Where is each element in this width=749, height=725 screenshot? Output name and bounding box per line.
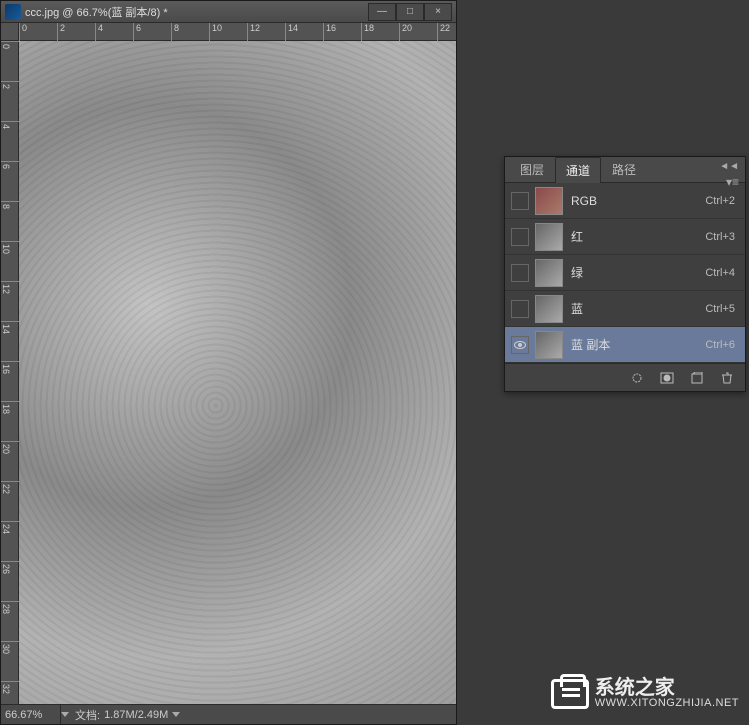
zoom-dropdown-icon[interactable] xyxy=(61,712,69,717)
ruler-horizontal[interactable]: 0 2 4 6 8 10 12 14 16 18 20 22 xyxy=(19,23,456,41)
ruler-tick: 18 xyxy=(361,23,374,41)
ruler-tick: 28 xyxy=(1,601,19,614)
panel-menu-icon[interactable]: ▾≡ xyxy=(726,175,739,189)
channel-thumbnail xyxy=(535,295,563,323)
channel-item[interactable]: 绿Ctrl+4 xyxy=(505,255,745,291)
ruler-tick: 4 xyxy=(95,23,103,41)
ruler-tick: 0 xyxy=(19,23,27,41)
delete-channel-icon[interactable] xyxy=(719,371,735,385)
ruler-tick: 6 xyxy=(133,23,141,41)
channel-shortcut: Ctrl+5 xyxy=(705,303,735,315)
channel-name: 红 xyxy=(571,228,705,245)
maximize-button[interactable]: □ xyxy=(396,3,424,21)
channel-name: 蓝 xyxy=(571,300,705,317)
load-selection-icon[interactable] xyxy=(629,371,645,385)
tab-channels[interactable]: 通道 xyxy=(555,157,601,183)
document-window: ccc.jpg @ 66.7%(蓝 副本/8) * — □ × 02468101… xyxy=(0,0,457,725)
status-bar: 66.67% 文档: 1.87M/2.49M xyxy=(1,704,456,724)
ruler-tick: 6 xyxy=(1,161,19,169)
ruler-tick: 8 xyxy=(171,23,179,41)
ruler-tick: 10 xyxy=(1,241,19,254)
channel-list: RGBCtrl+2红Ctrl+3绿Ctrl+4蓝Ctrl+5蓝 副本Ctrl+6 xyxy=(505,183,745,363)
ruler-tick: 2 xyxy=(57,23,65,41)
panel-tabs: 图层通道路径 xyxy=(505,157,745,183)
channels-panel: ◄◄ ▾≡ 图层通道路径 RGBCtrl+2红Ctrl+3绿Ctrl+4蓝Ctr… xyxy=(504,156,746,392)
channel-name: 绿 xyxy=(571,264,705,281)
channel-name: 蓝 副本 xyxy=(571,336,705,353)
channel-thumbnail xyxy=(535,223,563,251)
ruler-tick: 0 xyxy=(1,41,19,49)
visibility-toggle[interactable] xyxy=(511,228,529,246)
ruler-tick: 22 xyxy=(437,23,450,41)
doc-info-label: 文档: xyxy=(75,707,100,723)
ruler-tick: 22 xyxy=(1,481,19,494)
ruler-tick: 18 xyxy=(1,401,19,414)
ruler-tick: 12 xyxy=(247,23,260,41)
ruler-tick: 2 xyxy=(1,81,19,89)
visibility-toggle[interactable] xyxy=(511,192,529,210)
ruler-tick: 30 xyxy=(1,641,19,654)
channel-shortcut: Ctrl+2 xyxy=(705,195,735,207)
watermark-logo-icon xyxy=(551,679,589,709)
channel-thumbnail xyxy=(535,187,563,215)
ruler-tick: 10 xyxy=(209,23,222,41)
channel-thumbnail xyxy=(535,259,563,287)
document-titlebar[interactable]: ccc.jpg @ 66.7%(蓝 副本/8) * — □ × xyxy=(1,1,456,23)
ruler-tick: 20 xyxy=(1,441,19,454)
channel-name: RGB xyxy=(571,194,705,208)
watermark-cn: 系统之家 xyxy=(595,678,739,698)
ruler-tick: 32 xyxy=(1,681,19,694)
tab-paths[interactable]: 路径 xyxy=(601,156,647,182)
info-dropdown-icon[interactable] xyxy=(172,712,180,717)
watermark: 系统之家 WWW.XITONGZHIJIA.NET xyxy=(551,678,739,709)
eye-icon xyxy=(514,341,526,349)
app-icon xyxy=(5,4,21,20)
close-button[interactable]: × xyxy=(424,3,452,21)
ruler-tick: 20 xyxy=(399,23,412,41)
ruler-origin[interactable] xyxy=(1,23,19,41)
channel-item[interactable]: RGBCtrl+2 xyxy=(505,183,745,219)
ruler-tick: 4 xyxy=(1,121,19,129)
document-info[interactable]: 文档: 1.87M/2.49M xyxy=(69,707,186,723)
ruler-tick: 8 xyxy=(1,201,19,209)
channel-item[interactable]: 蓝Ctrl+5 xyxy=(505,291,745,327)
ruler-tick: 16 xyxy=(323,23,336,41)
panel-footer xyxy=(505,363,745,391)
doc-info-value: 1.87M/2.49M xyxy=(104,709,168,721)
ruler-tick: 14 xyxy=(285,23,298,41)
minimize-button[interactable]: — xyxy=(368,3,396,21)
tab-layers[interactable]: 图层 xyxy=(509,156,555,182)
visibility-toggle[interactable] xyxy=(511,264,529,282)
ruler-tick: 16 xyxy=(1,361,19,374)
ruler-tick: 26 xyxy=(1,561,19,574)
visibility-toggle[interactable] xyxy=(511,336,529,354)
channel-thumbnail xyxy=(535,331,563,359)
document-title: ccc.jpg @ 66.7%(蓝 副本/8) * xyxy=(25,4,368,20)
ruler-tick: 12 xyxy=(1,281,19,294)
canvas-area[interactable] xyxy=(19,41,456,704)
save-mask-icon[interactable] xyxy=(659,371,675,385)
channel-item[interactable]: 蓝 副本Ctrl+6 xyxy=(505,327,745,363)
ruler-vertical[interactable]: 02468101214161820222426283032 xyxy=(1,41,19,704)
panel-collapse-icon[interactable]: ◄◄ xyxy=(719,161,739,172)
watermark-url: WWW.XITONGZHIJIA.NET xyxy=(595,698,739,709)
new-channel-icon[interactable] xyxy=(689,371,705,385)
channel-shortcut: Ctrl+3 xyxy=(705,231,735,243)
canvas-image xyxy=(19,41,456,704)
channel-item[interactable]: 红Ctrl+3 xyxy=(505,219,745,255)
zoom-level[interactable]: 66.67% xyxy=(1,705,61,724)
ruler-tick: 24 xyxy=(1,521,19,534)
visibility-toggle[interactable] xyxy=(511,300,529,318)
ruler-tick: 14 xyxy=(1,321,19,334)
channel-shortcut: Ctrl+4 xyxy=(705,267,735,279)
channel-shortcut: Ctrl+6 xyxy=(705,339,735,351)
window-controls: — □ × xyxy=(368,3,452,21)
